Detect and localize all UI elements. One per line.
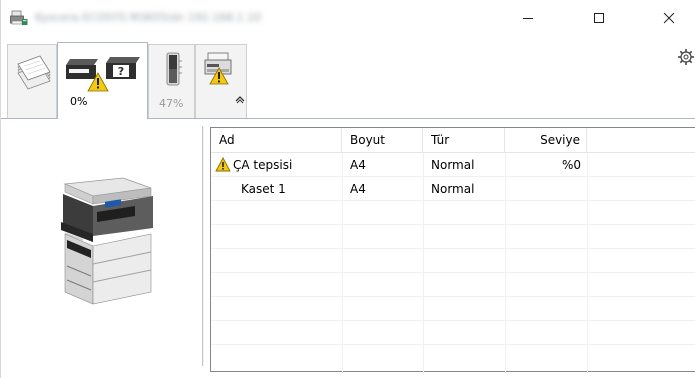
printer-app-icon [10,10,28,25]
minimize-button[interactable] [505,0,551,36]
pane-splitter[interactable] [202,126,204,366]
tab-toner-label: 47% [159,97,184,110]
empty-row [211,249,695,273]
toner-icon [166,52,182,86]
status-monitor-window: Kyocera ECOSYS M3655idn 192.168.1.10 ? 0… [0,0,695,378]
chevron-up-icon[interactable] [234,94,246,104]
column-header-seviye[interactable]: Seviye [505,128,587,153]
paper-stack-icon [17,55,51,90]
empty-row [211,201,695,225]
tab-device[interactable] [195,44,247,118]
table-header: Ad Boyut Tür Seviye [211,128,695,153]
cell-tur: Normal [431,182,475,196]
empty-row [211,321,695,345]
maximize-icon [594,13,604,23]
device-image-pane [1,124,200,374]
table-row[interactable]: ÇA tepsisi A4 Normal %0 [211,153,695,177]
empty-row [211,225,695,249]
cell-ad: Kaset 1 [241,182,286,196]
cell-seviye [505,177,581,201]
close-button[interactable] [646,0,692,36]
table-row[interactable]: Kaset 1 A4 Normal [211,177,695,201]
cell-tur: Normal [431,158,475,172]
column-header-ad[interactable]: Ad [211,128,342,153]
tab-paper[interactable] [7,44,57,118]
warning-icon [215,157,231,172]
svg-text:?: ? [118,65,124,78]
tab-trays[interactable]: ? 0% [57,42,148,119]
column-header-tur[interactable]: Tür [423,128,505,153]
column-header-boyut[interactable]: Boyut [342,128,423,153]
empty-row [211,345,695,369]
tray-warning-icon: ? [66,57,140,92]
empty-row [211,273,695,297]
cell-seviye: %0 [561,158,581,172]
window-title: Kyocera ECOSYS M3655idn 192.168.1.10 [35,11,262,24]
close-icon [663,12,675,24]
printer-warning-icon [204,52,232,85]
minimize-icon [523,18,533,19]
multifunction-printer-image [61,177,153,305]
gear-icon[interactable] [677,48,695,66]
tray-list-table: Ad Boyut Tür Seviye ÇA tepsisi A4 Normal… [210,127,695,373]
maximize-button[interactable] [576,0,622,36]
tab-trays-label: 0% [70,95,88,108]
cell-ad: ÇA tepsisi [233,158,293,172]
cell-boyut: A4 [350,158,366,172]
empty-row [211,297,695,321]
title-bar: Kyocera ECOSYS M3655idn 192.168.1.10 [1,0,695,36]
cell-boyut: A4 [350,182,366,196]
tab-toner[interactable]: 47% [148,44,195,118]
toolbar: ? 0% 47% [1,36,695,119]
